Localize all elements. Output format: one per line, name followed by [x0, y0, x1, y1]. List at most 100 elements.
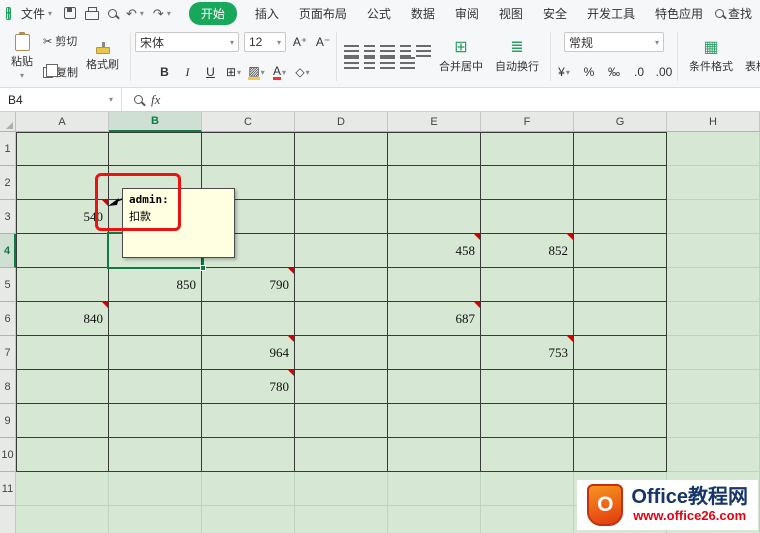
- row-header-8[interactable]: 8: [0, 370, 16, 404]
- cell-C9[interactable]: [202, 404, 295, 438]
- cell-H5[interactable]: [667, 268, 760, 302]
- cell-D5[interactable]: [295, 268, 388, 302]
- cell-A4[interactable]: [16, 234, 109, 268]
- currency-format-button[interactable]: ¥ ▾: [555, 63, 573, 81]
- cell-C10[interactable]: [202, 438, 295, 472]
- align-right-icon[interactable]: [380, 57, 395, 69]
- cell-H6[interactable]: [667, 302, 760, 336]
- print-preview-icon[interactable]: [108, 9, 117, 18]
- cell-F7[interactable]: 753: [481, 336, 574, 370]
- cell-B6[interactable]: [109, 302, 202, 336]
- cell-E5[interactable]: [388, 268, 481, 302]
- percent-format-button[interactable]: %: [580, 63, 598, 81]
- cell-B10[interactable]: [109, 438, 202, 472]
- font-name-select[interactable]: 宋体 ▾: [135, 32, 239, 52]
- tab-视图[interactable]: 视图: [497, 2, 525, 25]
- align-center-icon[interactable]: [364, 57, 375, 69]
- cell-G8[interactable]: [574, 370, 667, 404]
- cell-G4[interactable]: [574, 234, 667, 268]
- cell-E2[interactable]: [388, 166, 481, 200]
- merge-center-button[interactable]: ⊞ 合并居中: [435, 38, 487, 76]
- print-icon[interactable]: [85, 11, 99, 20]
- cell-E9[interactable]: [388, 404, 481, 438]
- cell-A1[interactable]: [16, 132, 109, 166]
- cell-E7[interactable]: [388, 336, 481, 370]
- align-left-icon[interactable]: [344, 57, 359, 69]
- borders-button[interactable]: ⊞ ▾: [225, 63, 243, 81]
- cell-D4[interactable]: [295, 234, 388, 268]
- cell-H10[interactable]: [667, 438, 760, 472]
- cell-B5[interactable]: 850: [109, 268, 202, 302]
- cell-C8[interactable]: 780: [202, 370, 295, 404]
- tab-特色应用[interactable]: 特色应用: [653, 2, 705, 25]
- row-header-10[interactable]: 10: [0, 438, 16, 472]
- cell-D1[interactable]: [295, 132, 388, 166]
- fx-icon[interactable]: fx: [151, 92, 160, 108]
- cell-A2[interactable]: [16, 166, 109, 200]
- italic-button[interactable]: I: [179, 63, 197, 81]
- cell-E6[interactable]: 687: [388, 302, 481, 336]
- cell-F3[interactable]: [481, 200, 574, 234]
- column-header-B[interactable]: B: [109, 112, 202, 132]
- tab-插入[interactable]: 插入: [253, 2, 281, 25]
- cell-C5[interactable]: 790: [202, 268, 295, 302]
- find-button[interactable]: 查找: [715, 5, 754, 22]
- column-header-A[interactable]: A: [16, 112, 109, 132]
- cell-G1[interactable]: [574, 132, 667, 166]
- cell-C7[interactable]: 964: [202, 336, 295, 370]
- redo-button[interactable]: ↷ ▾: [153, 7, 171, 20]
- cell-F12[interactable]: [481, 506, 574, 533]
- cell-F5[interactable]: [481, 268, 574, 302]
- align-top-icon[interactable]: [344, 45, 359, 57]
- grow-font-button[interactable]: A⁺: [291, 33, 309, 51]
- cell-D7[interactable]: [295, 336, 388, 370]
- cell-A9[interactable]: [16, 404, 109, 438]
- increase-decimal-button[interactable]: .0: [630, 63, 648, 81]
- cell-B9[interactable]: [109, 404, 202, 438]
- cell-E11[interactable]: [388, 472, 481, 506]
- cell-G7[interactable]: [574, 336, 667, 370]
- row-header-3[interactable]: 3: [0, 200, 16, 234]
- cell-B7[interactable]: [109, 336, 202, 370]
- cell-H7[interactable]: [667, 336, 760, 370]
- cell-B1[interactable]: [109, 132, 202, 166]
- cell-G3[interactable]: [574, 200, 667, 234]
- increase-indent-icon[interactable]: [416, 45, 431, 57]
- column-header-E[interactable]: E: [388, 112, 481, 132]
- row-header-7[interactable]: 7: [0, 336, 16, 370]
- font-size-select[interactable]: 12 ▾: [244, 32, 286, 52]
- table-style-button[interactable]: ▥ 表格样式: [741, 38, 760, 76]
- align-middle-icon[interactable]: [364, 45, 375, 57]
- cell-D2[interactable]: [295, 166, 388, 200]
- cell-B12[interactable]: [109, 506, 202, 533]
- cell-A6[interactable]: 840: [16, 302, 109, 336]
- tab-开始[interactable]: 开始: [189, 2, 237, 25]
- wrap-text-button[interactable]: ≣ 自动换行: [491, 38, 543, 76]
- tab-公式[interactable]: 公式: [365, 2, 393, 25]
- underline-button[interactable]: U: [202, 63, 220, 81]
- tab-审阅[interactable]: 审阅: [453, 2, 481, 25]
- fill-color-button[interactable]: ▨ ▾: [248, 63, 266, 81]
- column-header-F[interactable]: F: [481, 112, 574, 132]
- cell-F10[interactable]: [481, 438, 574, 472]
- cell-E1[interactable]: [388, 132, 481, 166]
- row-header-2[interactable]: 2: [0, 166, 16, 200]
- cell-D12[interactable]: [295, 506, 388, 533]
- cell-F1[interactable]: [481, 132, 574, 166]
- cell-A5[interactable]: [16, 268, 109, 302]
- cell-F6[interactable]: [481, 302, 574, 336]
- cell-F11[interactable]: [481, 472, 574, 506]
- cell-H9[interactable]: [667, 404, 760, 438]
- copy-button[interactable]: 复制: [43, 64, 78, 80]
- shrink-font-button[interactable]: A⁻: [314, 33, 332, 51]
- file-menu[interactable]: 文件 ▾: [21, 5, 52, 22]
- cell-D9[interactable]: [295, 404, 388, 438]
- align-bottom-icon[interactable]: [380, 45, 395, 57]
- cell-E12[interactable]: [388, 506, 481, 533]
- tab-安全[interactable]: 安全: [541, 2, 569, 25]
- cell-A3[interactable]: 540: [16, 200, 109, 234]
- cell-C11[interactable]: [202, 472, 295, 506]
- row-header-4[interactable]: 4: [0, 234, 16, 268]
- cell-D6[interactable]: [295, 302, 388, 336]
- cell-F2[interactable]: [481, 166, 574, 200]
